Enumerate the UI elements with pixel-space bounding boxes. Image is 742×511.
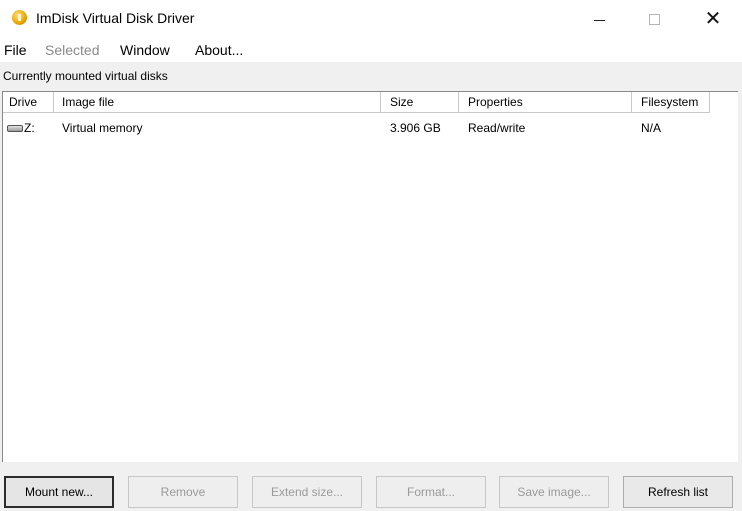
column-header-size[interactable]: Size (381, 92, 459, 113)
row-filesystem: N/A (641, 121, 662, 135)
column-header-image-file[interactable]: Image file (54, 92, 381, 113)
minimize-button[interactable] (576, 0, 622, 38)
mounted-disks-list[interactable]: Drive Image file Size Properties Filesys… (2, 91, 738, 462)
row-drive-cell: Z: (7, 119, 35, 137)
menu-file[interactable]: File (4, 42, 27, 58)
row-size: 3.906 GB (390, 121, 441, 135)
title-bar[interactable]: ImDisk Virtual Disk Driver ✕ (0, 0, 742, 38)
minimize-icon (593, 19, 605, 21)
maximize-icon (648, 13, 660, 25)
column-header-filesystem[interactable]: Filesystem (632, 92, 710, 113)
menu-about[interactable]: About... (195, 42, 243, 58)
menu-selected[interactable]: Selected (45, 42, 99, 58)
maximize-button[interactable] (631, 0, 677, 38)
row-drive-letter: Z: (24, 121, 35, 135)
menu-window[interactable]: Window (120, 42, 170, 58)
mount-new-button[interactable]: Mount new... (4, 476, 114, 508)
window-title: ImDisk Virtual Disk Driver (36, 10, 195, 26)
extend-size-button[interactable]: Extend size... (252, 476, 362, 508)
close-button[interactable]: ✕ (690, 0, 736, 38)
imdisk-app-icon[interactable] (12, 10, 27, 25)
drive-icon (7, 124, 23, 132)
refresh-list-button[interactable]: Refresh list (623, 476, 733, 508)
column-header-drive[interactable]: Drive (3, 92, 54, 113)
list-header: Drive Image file Size Properties Filesys… (3, 92, 737, 113)
close-icon: ✕ (704, 8, 722, 30)
column-header-properties[interactable]: Properties (459, 92, 632, 113)
row-properties: Read/write (468, 121, 526, 135)
menu-bar: File Selected Window About... (0, 38, 742, 62)
remove-button[interactable]: Remove (128, 476, 238, 508)
save-image-button[interactable]: Save image... (499, 476, 609, 508)
row-image-file: Virtual memory (62, 121, 143, 135)
format-button[interactable]: Format... (376, 476, 486, 508)
table-row[interactable]: Z: Virtual memory 3.906 GB Read/write N/… (3, 119, 737, 137)
mounted-disks-label: Currently mounted virtual disks (3, 69, 168, 83)
